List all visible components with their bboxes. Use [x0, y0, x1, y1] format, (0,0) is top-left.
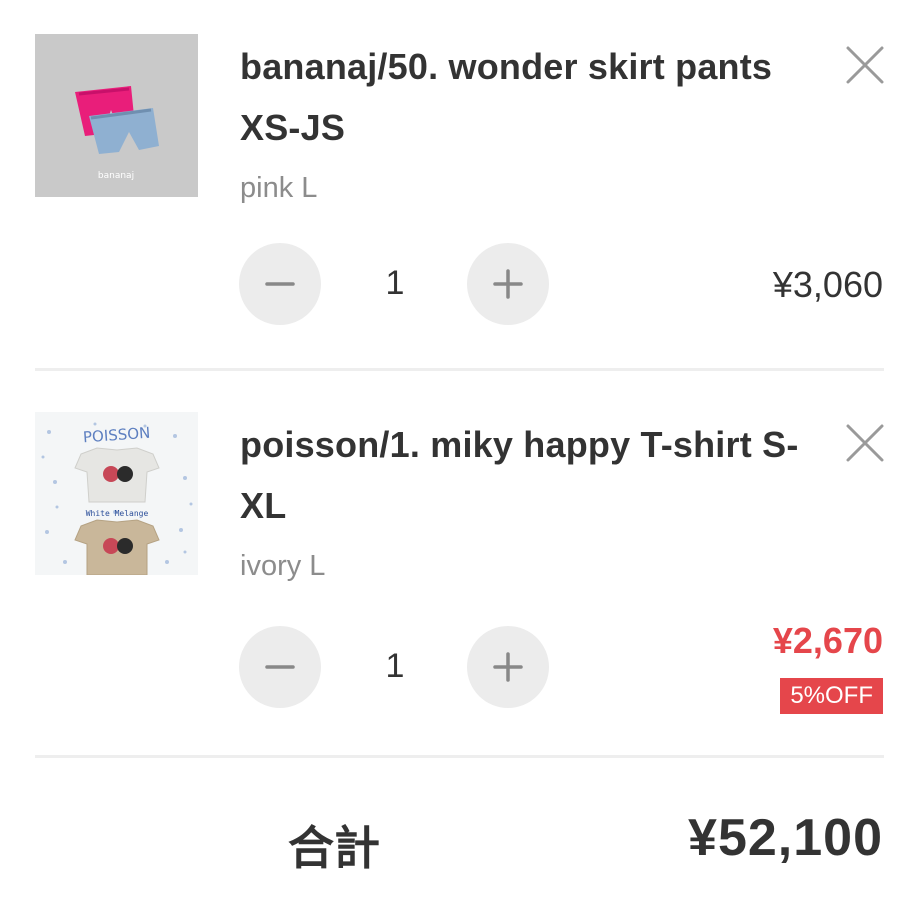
item-price: ¥3,060: [772, 264, 883, 305]
item-price: ¥2,670: [772, 620, 883, 661]
quantity-value: 1: [385, 647, 405, 685]
increment-button[interactable]: [467, 626, 549, 708]
close-icon: [846, 424, 884, 462]
product-image: bananaj: [35, 34, 198, 197]
discount-badge: 5%OFF: [780, 678, 883, 714]
minus-icon: [265, 665, 295, 669]
cart-item: bananaj bananaj/50. wonder skirt pants X…: [0, 0, 920, 370]
plus-icon: [493, 269, 523, 299]
thumb-caption: White Melange: [86, 509, 149, 518]
product-title[interactable]: bananaj/50. wonder skirt pants XS-JS: [240, 36, 800, 158]
total-label: 合計: [288, 821, 380, 875]
product-image: POISSON White Melange: [35, 412, 198, 575]
product-title[interactable]: poisson/1. miky happy T-shirt S-XL: [240, 414, 800, 536]
product-thumbnail[interactable]: bananaj: [35, 34, 198, 197]
quantity-value: 1: [385, 264, 405, 302]
remove-item-button[interactable]: [844, 44, 886, 86]
minus-icon: [265, 282, 295, 286]
total-value: ¥52,100: [688, 809, 883, 867]
divider: [35, 755, 884, 758]
product-thumbnail[interactable]: POISSON White Melange: [35, 412, 198, 575]
cart-item: POISSON White Melange poisson/1. miky ha…: [0, 370, 920, 756]
product-variant: ivory L: [240, 550, 326, 582]
product-variant: pink L: [240, 172, 318, 204]
remove-item-button[interactable]: [844, 422, 886, 464]
decrement-button[interactable]: [239, 243, 321, 325]
decrement-button[interactable]: [239, 626, 321, 708]
increment-button[interactable]: [467, 243, 549, 325]
close-icon: [846, 46, 884, 84]
plus-icon: [493, 652, 523, 682]
thumb-caption: bananaj: [98, 171, 134, 181]
